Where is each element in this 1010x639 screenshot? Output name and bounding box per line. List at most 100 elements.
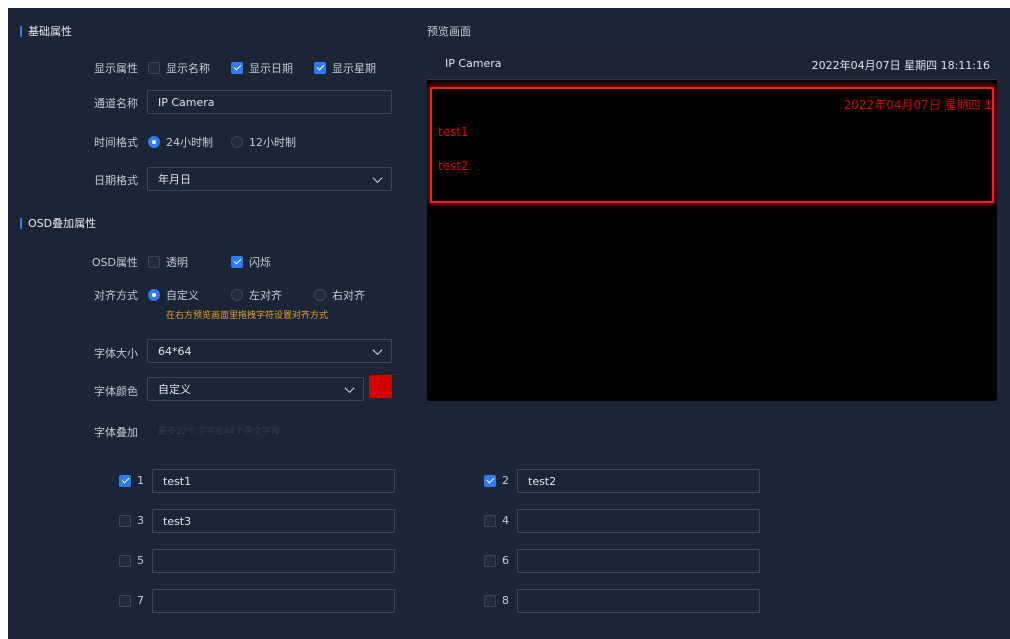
checkbox-show-name[interactable]: 显示名称 — [148, 60, 210, 76]
radio-align-right[interactable]: 右对齐 — [314, 287, 365, 303]
radio-label: 左对齐 — [249, 289, 282, 302]
osd-item-8[interactable]: 8 — [484, 594, 509, 607]
font-overlay-label: 字体叠加 — [94, 426, 138, 439]
font-color-select[interactable]: 自定义 — [147, 377, 364, 401]
osd-item-number: 4 — [502, 514, 509, 527]
osd-attr-label: OSD属性 — [91, 256, 138, 269]
osd-text-input-5[interactable] — [152, 549, 395, 573]
osd-item-number: 6 — [502, 554, 509, 567]
radio-icon[interactable] — [314, 289, 326, 301]
osd-item-number: 2 — [502, 474, 509, 487]
radio-icon[interactable] — [231, 289, 243, 301]
osd-item-5[interactable]: 5 — [119, 554, 144, 567]
font-size-value: 64*64 — [158, 344, 192, 358]
osd-item-3[interactable]: 3 — [119, 514, 144, 527]
radio-label: 自定义 — [166, 289, 199, 302]
font-size-label: 字体大小 — [94, 347, 138, 360]
checkbox-icon[interactable] — [119, 554, 131, 567]
channel-name-input[interactable]: IP Camera — [147, 90, 392, 114]
chevron-down-icon — [372, 172, 383, 183]
font-overlay-hint: 最多22个汉字或44个英文字母 — [158, 427, 280, 437]
radio-label: 右对齐 — [332, 289, 365, 302]
osd-item-number: 1 — [137, 474, 144, 487]
checkbox-label: 闪烁 — [249, 256, 271, 269]
align-hint: 在右方预览画面里拖拽字符设置对齐方式 — [166, 311, 329, 321]
section-marker — [20, 25, 22, 37]
checkbox-label: 透明 — [166, 256, 188, 269]
checkbox-label: 显示名称 — [166, 62, 210, 75]
radio-24h[interactable]: 24小时制 — [148, 134, 213, 150]
preview-frame[interactable]: IP Camera 2022年04月07日 星期四 18:11:16 2022年… — [427, 49, 997, 401]
radio-icon[interactable] — [231, 136, 243, 148]
checkbox-show-date[interactable]: 显示日期 — [231, 60, 293, 76]
checkbox-icon[interactable] — [148, 62, 160, 74]
osd-text-input-2[interactable]: test2 — [517, 469, 760, 493]
checkbox-label: 显示星期 — [332, 62, 376, 75]
preview-title: 预览画面 — [427, 25, 471, 38]
osd-text-input-3[interactable]: test3 — [152, 509, 395, 533]
date-format-value: 年月日 — [158, 173, 191, 186]
checkbox-icon[interactable] — [148, 256, 160, 268]
osd-overlay-date[interactable]: 2022年04月07日 星期四 1 — [844, 96, 992, 113]
font-color-label: 字体颜色 — [94, 385, 138, 398]
osd-item-1[interactable]: 1 — [119, 474, 144, 487]
checkbox-icon[interactable] — [231, 256, 243, 268]
osd-item-6[interactable]: 6 — [484, 554, 509, 567]
display-attr-label: 显示属性 — [94, 62, 138, 75]
time-format-label: 时间格式 — [94, 136, 138, 149]
section-osd: OSD叠加属性 — [20, 215, 96, 231]
checkbox-blink[interactable]: 闪烁 — [231, 254, 271, 270]
radio-12h[interactable]: 12小时制 — [231, 134, 296, 150]
font-color-value: 自定义 — [158, 383, 191, 396]
date-format-label: 日期格式 — [94, 174, 138, 187]
osd-item-number: 7 — [137, 594, 144, 607]
radio-icon[interactable] — [148, 136, 160, 148]
osd-text-input-8[interactable] — [517, 589, 760, 613]
osd-text-input-1[interactable]: test1 — [152, 469, 395, 493]
section-title-basic: 基础属性 — [28, 25, 72, 38]
osd-overlay-area[interactable]: 2022年04月07日 星期四 1 test1 test2 — [430, 87, 994, 203]
preview-camera-name: IP Camera — [445, 57, 502, 70]
checkbox-icon[interactable] — [484, 594, 496, 607]
radio-icon[interactable] — [148, 289, 160, 301]
section-title-osd: OSD叠加属性 — [28, 217, 97, 230]
channel-name-label: 通道名称 — [94, 97, 138, 110]
preview-timestamp: 2022年04月07日 星期四 18:11:16 — [811, 59, 990, 72]
radio-label: 24小时制 — [166, 136, 213, 149]
date-format-select[interactable]: 年月日 — [147, 167, 392, 191]
chevron-down-icon — [344, 382, 355, 393]
radio-align-left[interactable]: 左对齐 — [231, 287, 282, 303]
checkbox-icon[interactable] — [119, 474, 131, 487]
settings-panel: 基础属性 显示属性 显示名称 显示日期 显示星期 通道名称 IP Camera … — [8, 8, 1010, 639]
section-marker — [20, 217, 22, 229]
preview-header: IP Camera 2022年04月07日 星期四 18:11:16 — [427, 49, 997, 80]
osd-item-7[interactable]: 7 — [119, 594, 144, 607]
osd-item-number: 3 — [137, 514, 144, 527]
radio-label: 12小时制 — [249, 136, 296, 149]
checkbox-icon[interactable] — [484, 474, 496, 487]
osd-item-number: 5 — [137, 554, 144, 567]
radio-align-custom[interactable]: 自定义 — [148, 287, 199, 303]
osd-item-2[interactable]: 2 — [484, 474, 509, 487]
osd-overlay-text-2[interactable]: test2 — [438, 159, 469, 173]
checkbox-icon[interactable] — [484, 554, 496, 567]
checkbox-label: 显示日期 — [249, 62, 293, 75]
checkbox-show-week[interactable]: 显示星期 — [314, 60, 376, 76]
font-color-swatch[interactable] — [369, 375, 392, 398]
osd-text-input-7[interactable] — [152, 589, 395, 613]
osd-item-4[interactable]: 4 — [484, 514, 509, 527]
checkbox-icon[interactable] — [231, 62, 243, 74]
osd-overlay-text-1[interactable]: test1 — [438, 125, 469, 139]
checkbox-icon[interactable] — [314, 62, 326, 74]
osd-text-input-4[interactable] — [517, 509, 760, 533]
section-basic: 基础属性 — [20, 23, 72, 39]
checkbox-icon[interactable] — [484, 514, 496, 527]
checkbox-icon[interactable] — [119, 514, 131, 527]
osd-text-input-6[interactable] — [517, 549, 760, 573]
checkbox-icon[interactable] — [119, 594, 131, 607]
font-size-select[interactable]: 64*64 — [147, 339, 392, 363]
osd-item-number: 8 — [502, 594, 509, 607]
checkbox-transparent[interactable]: 透明 — [148, 254, 188, 270]
align-label: 对齐方式 — [94, 289, 138, 302]
chevron-down-icon — [372, 344, 383, 355]
